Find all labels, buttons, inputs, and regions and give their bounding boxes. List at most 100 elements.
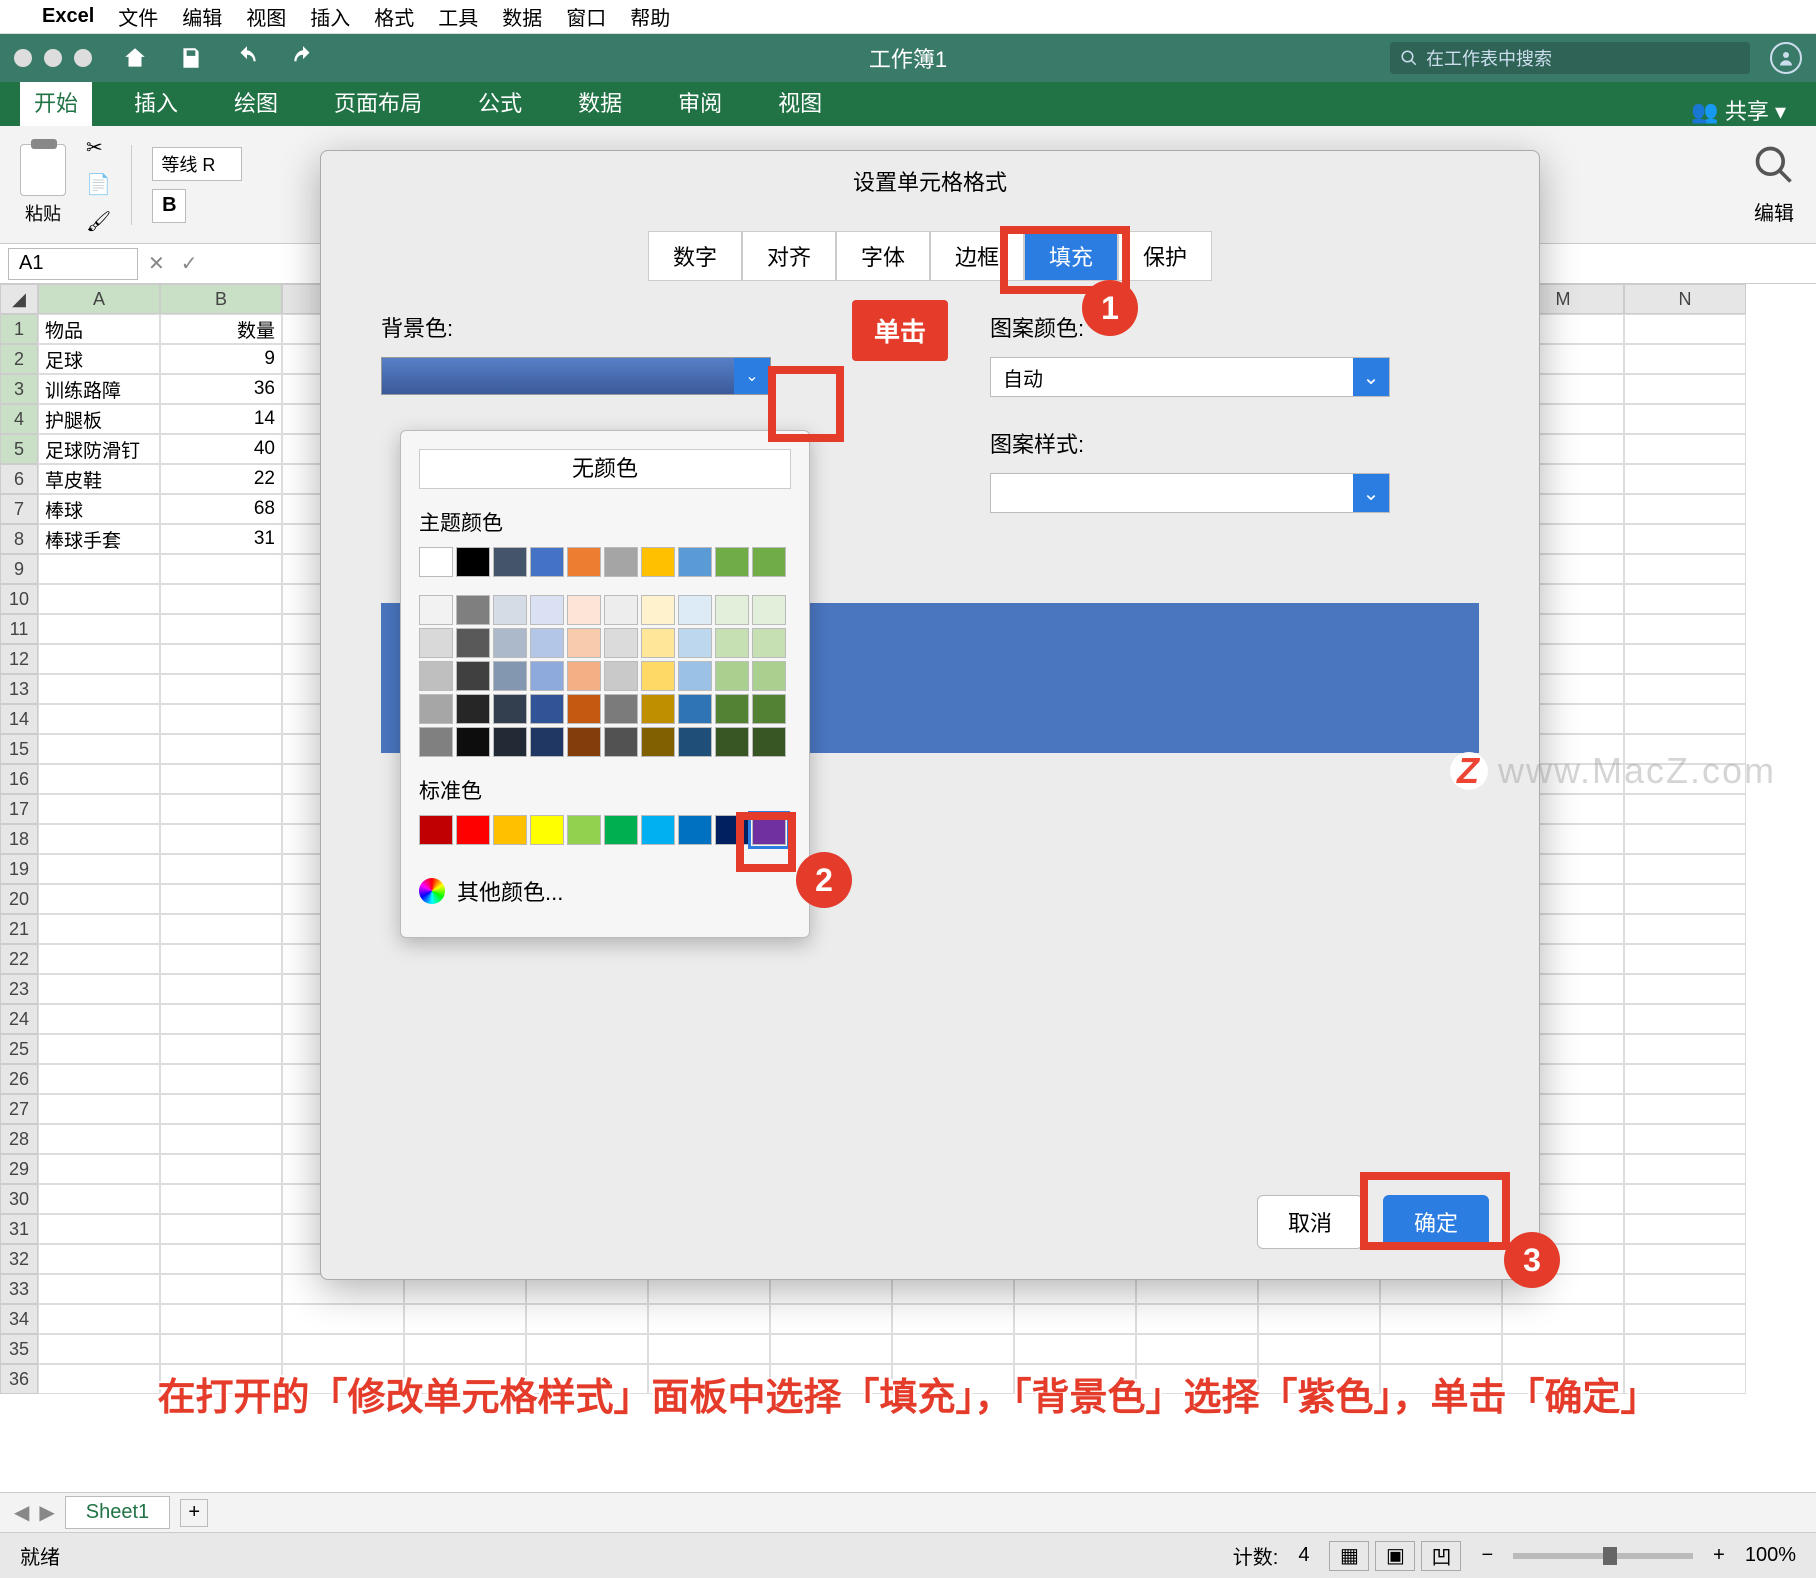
cell[interactable]: 22 bbox=[160, 464, 282, 494]
color-swatch[interactable] bbox=[752, 595, 786, 625]
cell[interactable] bbox=[38, 944, 160, 974]
cell[interactable] bbox=[38, 1004, 160, 1034]
color-swatch[interactable] bbox=[715, 595, 749, 625]
menu-data[interactable]: 数据 bbox=[502, 2, 542, 31]
cell[interactable] bbox=[1624, 1124, 1746, 1154]
color-swatch[interactable] bbox=[752, 661, 786, 691]
color-swatch[interactable] bbox=[678, 595, 712, 625]
row-header[interactable]: 21 bbox=[0, 914, 38, 944]
cell[interactable] bbox=[160, 764, 282, 794]
save-icon[interactable] bbox=[178, 45, 204, 71]
cell[interactable] bbox=[38, 704, 160, 734]
cell[interactable] bbox=[1502, 1334, 1624, 1364]
cell[interactable]: 足球防滑钉 bbox=[38, 434, 160, 464]
color-swatch[interactable] bbox=[752, 815, 786, 845]
color-swatch[interactable] bbox=[678, 694, 712, 724]
cell[interactable] bbox=[38, 884, 160, 914]
cell[interactable]: 9 bbox=[160, 344, 282, 374]
cell[interactable] bbox=[160, 674, 282, 704]
tab-formula[interactable]: 公式 bbox=[464, 78, 536, 126]
cell[interactable] bbox=[38, 974, 160, 1004]
cell[interactable] bbox=[160, 734, 282, 764]
cell[interactable] bbox=[1014, 1364, 1136, 1394]
row-header[interactable]: 7 bbox=[0, 494, 38, 524]
color-swatch[interactable] bbox=[530, 661, 564, 691]
row-header[interactable]: 31 bbox=[0, 1214, 38, 1244]
cell[interactable] bbox=[1624, 1304, 1746, 1334]
row-header[interactable]: 23 bbox=[0, 974, 38, 1004]
color-swatch[interactable] bbox=[493, 661, 527, 691]
cell[interactable] bbox=[160, 1364, 282, 1394]
cell[interactable] bbox=[38, 1334, 160, 1364]
cell[interactable] bbox=[160, 1274, 282, 1304]
color-swatch[interactable] bbox=[419, 694, 453, 724]
confirm-formula-icon[interactable]: ✓ bbox=[181, 251, 198, 276]
cell[interactable] bbox=[1624, 314, 1746, 344]
cell[interactable] bbox=[160, 854, 282, 884]
row-header[interactable]: 11 bbox=[0, 614, 38, 644]
cell[interactable] bbox=[1502, 1304, 1624, 1334]
dtab-fill[interactable]: 填充 bbox=[1024, 231, 1118, 281]
cell[interactable] bbox=[1258, 1364, 1380, 1394]
cell[interactable] bbox=[38, 734, 160, 764]
cell[interactable] bbox=[1624, 974, 1746, 1004]
color-swatch[interactable] bbox=[604, 628, 638, 658]
cell[interactable]: 40 bbox=[160, 434, 282, 464]
cell[interactable] bbox=[38, 1364, 160, 1394]
cell[interactable] bbox=[404, 1304, 526, 1334]
menu-file[interactable]: 文件 bbox=[118, 2, 158, 31]
cell[interactable] bbox=[38, 644, 160, 674]
cell[interactable] bbox=[1624, 884, 1746, 914]
cell[interactable] bbox=[282, 1334, 404, 1364]
cell[interactable] bbox=[38, 1244, 160, 1274]
cell[interactable] bbox=[38, 854, 160, 884]
cell[interactable] bbox=[1624, 1184, 1746, 1214]
redo-icon[interactable] bbox=[290, 45, 316, 71]
cut-icon[interactable]: ✂ bbox=[86, 135, 111, 160]
color-swatch[interactable] bbox=[752, 628, 786, 658]
cell[interactable] bbox=[38, 1064, 160, 1094]
zoom-out-button[interactable]: − bbox=[1481, 1544, 1493, 1567]
select-all-corner[interactable]: ◢ bbox=[0, 284, 38, 314]
row-header[interactable]: 8 bbox=[0, 524, 38, 554]
cell[interactable] bbox=[1624, 1004, 1746, 1034]
cell[interactable] bbox=[160, 1094, 282, 1124]
dtab-number[interactable]: 数字 bbox=[648, 231, 742, 281]
cell[interactable] bbox=[526, 1334, 648, 1364]
tab-home[interactable]: 开始 bbox=[20, 78, 92, 126]
pattern-style-select[interactable]: ⌄ bbox=[990, 473, 1390, 513]
cell[interactable] bbox=[282, 1364, 404, 1394]
cell[interactable] bbox=[160, 824, 282, 854]
color-swatch[interactable] bbox=[456, 815, 490, 845]
cell[interactable] bbox=[160, 914, 282, 944]
zoom-slider[interactable] bbox=[1513, 1553, 1693, 1559]
tab-data[interactable]: 数据 bbox=[564, 78, 636, 126]
color-swatch[interactable] bbox=[419, 815, 453, 845]
cell[interactable] bbox=[160, 794, 282, 824]
color-swatch[interactable] bbox=[641, 547, 675, 577]
color-swatch[interactable] bbox=[456, 694, 490, 724]
cell[interactable] bbox=[160, 1334, 282, 1364]
cell[interactable] bbox=[1258, 1334, 1380, 1364]
undo-icon[interactable] bbox=[234, 45, 260, 71]
cell[interactable] bbox=[1258, 1304, 1380, 1334]
color-swatch[interactable] bbox=[493, 727, 527, 757]
color-swatch[interactable] bbox=[530, 694, 564, 724]
cell[interactable] bbox=[38, 1214, 160, 1244]
cell[interactable] bbox=[160, 1064, 282, 1094]
cell[interactable] bbox=[38, 584, 160, 614]
color-swatch[interactable] bbox=[678, 815, 712, 845]
find-icon[interactable] bbox=[1752, 143, 1796, 193]
cell[interactable] bbox=[1624, 1034, 1746, 1064]
col-header[interactable]: N bbox=[1624, 284, 1746, 314]
more-colors-button[interactable]: 其他颜色... bbox=[419, 863, 791, 919]
color-swatch[interactable] bbox=[715, 661, 749, 691]
row-header[interactable]: 13 bbox=[0, 674, 38, 704]
cell[interactable] bbox=[38, 1184, 160, 1214]
cell[interactable] bbox=[1502, 1364, 1624, 1394]
cell[interactable]: 棒球手套 bbox=[38, 524, 160, 554]
cell[interactable] bbox=[160, 704, 282, 734]
cell[interactable] bbox=[1624, 1214, 1746, 1244]
row-header[interactable]: 12 bbox=[0, 644, 38, 674]
row-header[interactable]: 15 bbox=[0, 734, 38, 764]
